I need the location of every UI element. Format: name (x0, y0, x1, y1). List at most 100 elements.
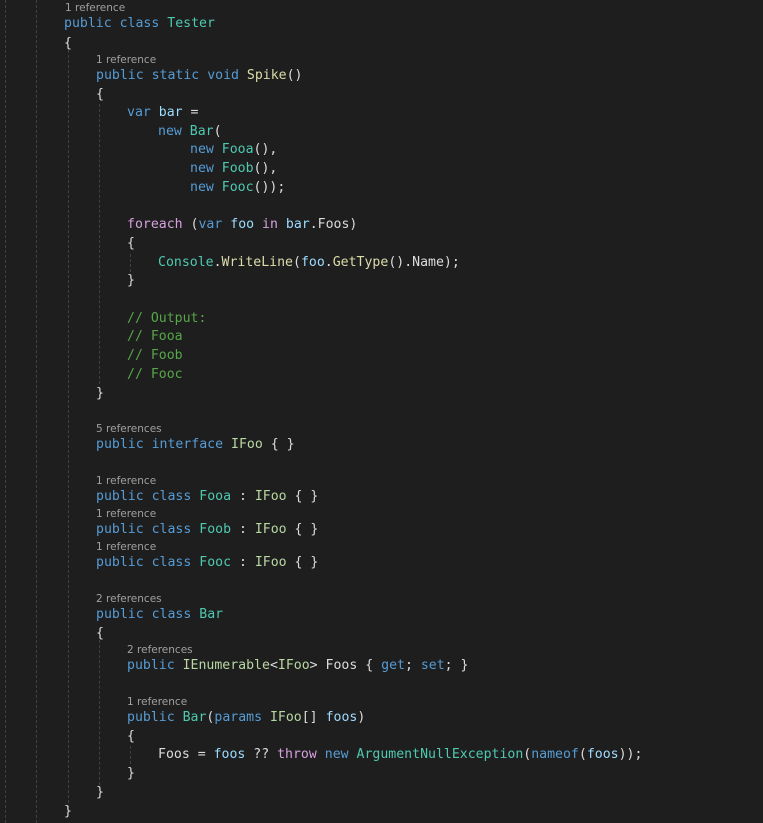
comment-token: // Output: (127, 311, 207, 326)
punctuation-token: )); (618, 747, 643, 762)
code-line-comment-fooa[interactable]: // Fooa (127, 327, 183, 346)
code-line-foos-property[interactable]: public IEnumerable<IFoo> Foos { get; set… (127, 656, 469, 675)
punctuation-token: (), (253, 142, 278, 157)
code-line-new-fooa[interactable]: new Fooa(), (190, 140, 277, 159)
code-editor[interactable]: 1 reference 1 reference 5 references 1 r… (0, 0, 763, 823)
codelens-foos-property[interactable]: 2 references (127, 644, 193, 656)
keyword-token: new (324, 747, 349, 762)
code-line-interface-ifoo[interactable]: public interface IFoo { } (96, 435, 295, 454)
variable-token: foo (300, 255, 325, 270)
punctuation-token: { } (262, 437, 295, 452)
punctuation-token (262, 710, 270, 725)
punctuation-token (112, 16, 120, 31)
punctuation-token: { (96, 626, 104, 641)
code-line-new-fooc[interactable]: new Fooc()); (190, 178, 285, 197)
codelens-foob[interactable]: 1 reference (96, 508, 156, 520)
punctuation-token (182, 124, 190, 139)
type-name-token: Tester (167, 16, 215, 31)
code-line-open-brace[interactable]: { (96, 624, 104, 643)
punctuation-token: { (64, 36, 72, 51)
type-name-token: Bar (182, 710, 207, 725)
punctuation-token: } (96, 386, 104, 401)
keyword-token: new (190, 161, 214, 176)
punctuation-token (349, 747, 357, 762)
codelens-fooc[interactable]: 1 reference (96, 541, 156, 553)
code-line-comment-fooc[interactable]: // Fooc (127, 365, 183, 384)
keyword-token: void (207, 68, 239, 83)
code-line-comment-foob[interactable]: // Foob (127, 346, 183, 365)
code-line-close-brace[interactable]: } (127, 764, 135, 783)
keyword-token: get (381, 658, 405, 673)
code-line-foreach[interactable]: foreach (var foo in bar.Foos) (127, 215, 357, 234)
comment-token: // Foob (127, 348, 183, 363)
code-line-class-foob[interactable]: public class Foob : IFoo { } (96, 520, 318, 539)
punctuation-token: } (127, 273, 135, 288)
punctuation-token (151, 105, 159, 120)
punctuation-token (317, 747, 325, 762)
keyword-token: new (190, 180, 214, 195)
keyword-token: new (190, 142, 214, 157)
punctuation-token: (), (253, 161, 278, 176)
variable-token: foos (586, 747, 619, 762)
code-line-class-bar[interactable]: public class Bar (96, 605, 223, 624)
codelens-fooa[interactable]: 1 reference (96, 475, 156, 487)
codelens-spike[interactable]: 1 reference (96, 54, 156, 66)
keyword-token: class (151, 489, 192, 504)
punctuation-token (144, 437, 152, 452)
type-name-token: Bar (189, 124, 214, 139)
variable-token: foos (213, 747, 246, 762)
codelens-tester[interactable]: 1 reference (65, 2, 125, 14)
punctuation-token: { } (286, 489, 319, 504)
code-line-console-writeline[interactable]: Console.WriteLine(foo.GetType().Name); (158, 253, 460, 272)
code-line-close-brace[interactable]: } (64, 802, 72, 821)
keyword-token: var (127, 105, 151, 120)
punctuation-token: > Foos { (309, 658, 382, 673)
punctuation-token (254, 217, 262, 232)
code-line-open-brace[interactable]: { (96, 85, 104, 104)
comment-token: // Fooa (127, 329, 183, 344)
code-line-close-brace[interactable]: } (96, 384, 104, 403)
code-line-spike-method[interactable]: public static void Spike() (96, 66, 303, 85)
punctuation-token (239, 68, 247, 83)
code-line-open-brace[interactable]: { (127, 234, 135, 253)
control-keyword-token: in (262, 217, 278, 232)
code-line-foos-assignment[interactable]: Foos = foos ?? throw new ArgumentNullExc… (158, 745, 642, 764)
code-line-close-brace[interactable]: } (127, 271, 135, 290)
punctuation-token: ().Name); (388, 255, 460, 270)
punctuation-token: { (127, 236, 135, 251)
punctuation-token: = (182, 105, 199, 120)
indent-guide-bar-ctor (130, 746, 131, 764)
keyword-token: interface (151, 437, 224, 452)
codelens-bar-constructor[interactable]: 1 reference (127, 696, 187, 708)
code-line-bar-constructor[interactable]: public Bar(params IFoo[] foos) (127, 708, 365, 727)
keyword-token: public (96, 437, 144, 452)
keyword-token: public (96, 555, 144, 570)
punctuation-token (175, 658, 183, 673)
type-name-token: Fooa (199, 489, 232, 504)
code-line-new-bar[interactable]: new Bar( (158, 122, 222, 141)
code-line-close-brace[interactable]: } (96, 783, 104, 802)
keyword-token: class (151, 555, 192, 570)
punctuation-token: : (231, 522, 255, 537)
punctuation-token (214, 161, 222, 176)
code-line-new-foob[interactable]: new Foob(), (190, 159, 277, 178)
keyword-token: public (127, 658, 175, 673)
code-line-open-brace[interactable]: { (127, 727, 135, 746)
punctuation-token: [] (301, 710, 326, 725)
code-line-comment-output[interactable]: // Output: (127, 309, 206, 328)
codelens-ifoo[interactable]: 5 references (96, 423, 162, 435)
code-line-class-fooc[interactable]: public class Fooc : IFoo { } (96, 553, 318, 572)
codelens-bar[interactable]: 2 references (96, 593, 162, 605)
punctuation-token: ) (357, 710, 366, 725)
code-line-class-tester[interactable]: public class Tester (64, 14, 215, 33)
keyword-token: class (151, 607, 192, 622)
code-line-open-brace[interactable]: { (64, 34, 72, 53)
code-line-class-fooa[interactable]: public class Fooa : IFoo { } (96, 487, 318, 506)
code-line-var-bar[interactable]: var bar = (127, 103, 199, 122)
punctuation-token: ( (182, 217, 199, 232)
type-name-token: Fooa (221, 142, 254, 157)
method-name-token: GetType (332, 255, 389, 270)
type-name-token: Foob (199, 522, 232, 537)
indent-guide-outer-2 (36, 0, 37, 823)
interface-name-token: IFoo (254, 489, 287, 504)
